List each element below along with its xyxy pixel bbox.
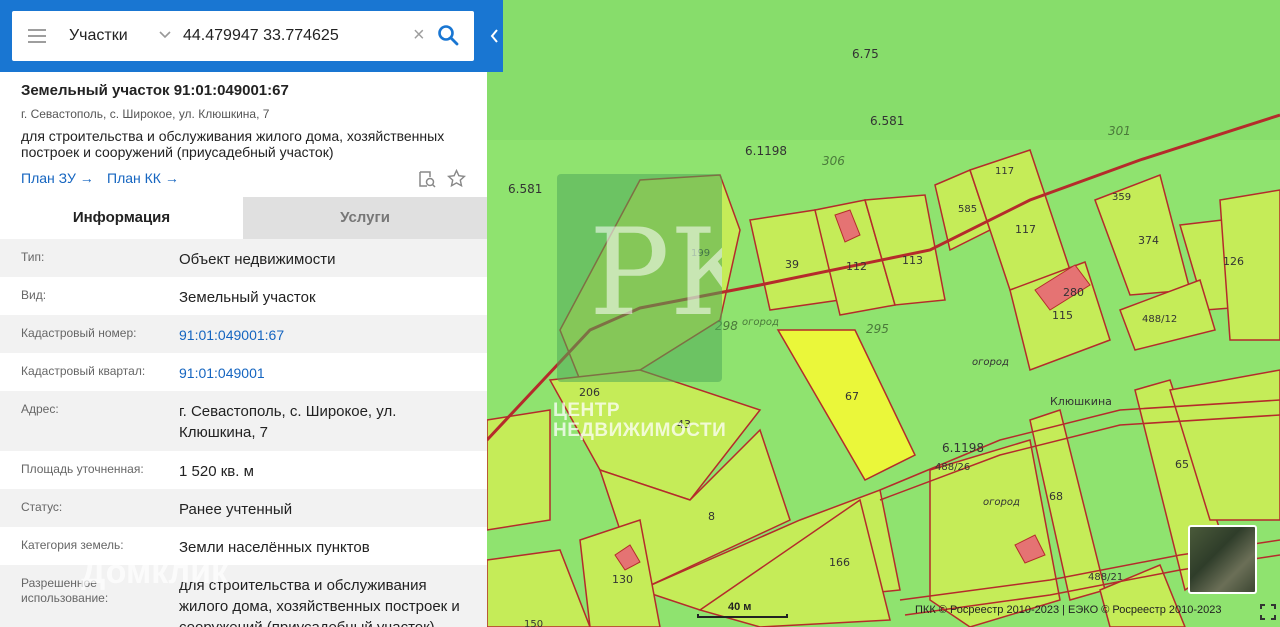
collapse-panel-icon[interactable] [487, 24, 503, 48]
rk-logo-icon: РК [589, 204, 722, 343]
plot-address: г. Севастополь, с. Широкое, ул. Клюшкина… [21, 107, 270, 121]
info-row: Разрешенное использование: для строитель… [0, 565, 487, 627]
info-key: Категория земель: [21, 538, 124, 552]
tabs: Информация Услуги [0, 197, 487, 239]
search-box: Участки 44.479947 33.774625 × [12, 11, 474, 61]
scale-bar [697, 614, 788, 618]
map-label: 301 [1108, 124, 1131, 138]
info-row: Вид: Земельный участок [0, 277, 487, 315]
info-key: Статус: [21, 500, 63, 514]
search-bar: Участки 44.479947 33.774625 × [0, 0, 503, 72]
star-icon[interactable] [446, 168, 467, 188]
map-label: 117 [1015, 223, 1036, 236]
plan-zu-link[interactable]: План ЗУ → [21, 170, 94, 186]
fullscreen-icon[interactable] [1260, 604, 1276, 620]
map-label: огород [742, 317, 779, 328]
info-key: Тип: [21, 250, 45, 264]
info-value: Объект недвижимости [179, 251, 336, 268]
map-label: 65 [1175, 458, 1189, 471]
map-label: 112 [846, 260, 867, 273]
map-label: 150 [524, 619, 543, 627]
menu-icon[interactable] [28, 29, 46, 43]
map-label: 6.1198 [745, 144, 787, 158]
map-label: 68 [1049, 490, 1063, 503]
logo-badge: РК [557, 174, 722, 382]
search-icon[interactable] [437, 24, 459, 46]
map-label: 6.75 [852, 47, 879, 61]
info-row: Статус: Ранее учтенный [0, 489, 487, 527]
info-key: Площадь уточненная: [21, 462, 144, 476]
info-key: Кадастровый квартал: [21, 364, 146, 378]
scale-label: 40 м [728, 601, 752, 613]
info-value: Ранее учтенный [179, 501, 293, 518]
map-label: 306 [822, 154, 845, 168]
info-row: Тип: Объект недвижимости [0, 239, 487, 277]
domclick-watermark: Домклик [81, 553, 229, 591]
logo-text: ЦЕНТР НЕДВИЖИМОСТИ [553, 401, 733, 441]
document-search-icon[interactable] [418, 170, 436, 188]
cadastral-number-link[interactable]: 91:01:049001:67 [179, 325, 469, 346]
map-label: 374 [1138, 234, 1159, 247]
info-key: Адрес: [21, 402, 59, 416]
info-value: 1 520 кв. м [179, 463, 254, 480]
info-key: Вид: [21, 288, 47, 302]
plan-kk-link[interactable]: План КК → [107, 170, 179, 186]
info-row: Категория земель: Земли населённых пункт… [0, 527, 487, 565]
satellite-layer-toggle[interactable] [1188, 525, 1257, 594]
map-label: Клюшкина [1050, 395, 1112, 408]
map-label: 115 [1052, 309, 1073, 322]
map-copyright: ПКК © Росреестр 2010-2023 | ЕЭКО © Росре… [915, 604, 1222, 616]
map-label: 126 [1223, 255, 1244, 268]
map-label: 8 [708, 510, 715, 523]
map-label: 130 [612, 573, 633, 586]
info-row: Адрес: г. Севастополь, с. Широкое, ул. К… [0, 391, 487, 451]
info-panel: Земельный участок 91:01:049001:67 г. Сев… [0, 0, 487, 627]
plot-purpose: для строительства и обслуживания жилого … [21, 128, 445, 160]
map-label: 488/21 [1088, 572, 1123, 583]
map-label: 280 [1063, 286, 1084, 299]
map-label: 359 [1112, 192, 1131, 203]
map-label: 6.1198 [942, 441, 984, 455]
info-row: Кадастровый номер: 91:01:049001:67 [0, 315, 487, 353]
map-label: 488/12 [1142, 314, 1177, 325]
logo-text-value: ЦЕНТР НЕДВИЖИМОСТИ [553, 400, 727, 441]
map-label: 585 [958, 204, 977, 215]
map-label: 6.581 [508, 182, 542, 196]
map-label: 206 [579, 386, 600, 399]
map-label: 6.581 [870, 114, 904, 128]
info-row: Кадастровый квартал: 91:01:049001 [0, 353, 487, 391]
cadastral-quarter-link[interactable]: 91:01:049001 [179, 363, 469, 384]
map-label: огород [983, 497, 1020, 508]
tab-services[interactable]: Услуги [243, 197, 487, 239]
tab-information[interactable]: Информация [0, 197, 243, 239]
logo-letters: РК [589, 204, 722, 343]
map-label: 117 [995, 166, 1014, 177]
map-label: огород [972, 357, 1009, 368]
map-label: 166 [829, 556, 850, 569]
clear-icon[interactable]: × [413, 25, 429, 45]
plot-title: Земельный участок 91:01:049001:67 [21, 82, 289, 99]
search-input[interactable]: 44.479947 33.774625 [183, 27, 339, 45]
info-key: Кадастровый номер: [21, 326, 137, 340]
info-value: г. Севастополь, с. Широкое, ул. Клюшкина… [179, 403, 397, 441]
map-label: 39 [785, 258, 799, 271]
info-row: Площадь уточненная: 1 520 кв. м [0, 451, 487, 489]
map-label: 295 [866, 322, 889, 336]
map-label: 113 [902, 254, 923, 267]
map-label: 488/26 [935, 462, 970, 473]
chevron-down-icon[interactable] [158, 27, 172, 41]
map-label: 67 [845, 390, 859, 403]
info-table: Тип: Объект недвижимости Вид: Земельный … [0, 239, 487, 627]
layer-select[interactable]: Участки [69, 27, 128, 45]
info-value: Земельный участок [179, 289, 316, 306]
